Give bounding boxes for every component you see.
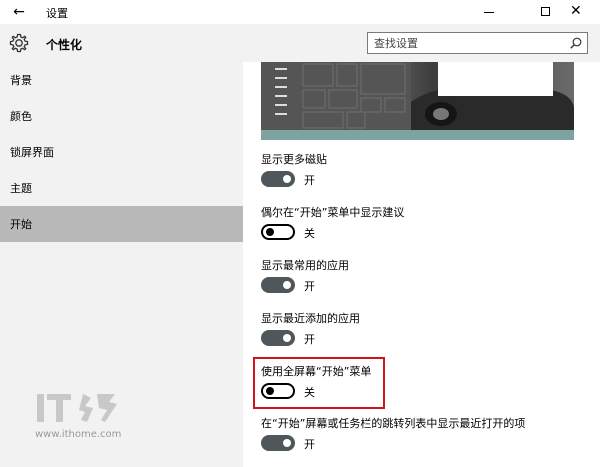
sidebar-item-label: 开始	[10, 218, 32, 231]
toggle-state-label: 开	[304, 280, 315, 293]
toggle-knob	[283, 334, 291, 342]
sidebar-item-label: 锁屏界面	[10, 146, 54, 159]
toggle-state-label: 开	[304, 438, 315, 451]
setting-label-recently-added: 显示最近添加的应用	[261, 312, 360, 325]
search-box[interactable]	[367, 32, 588, 54]
maximize-icon	[541, 7, 550, 16]
toggle-knob	[266, 387, 274, 395]
setting-label-more-tiles: 显示更多磁贴	[261, 153, 327, 166]
toggle-recently-added[interactable]	[261, 330, 295, 346]
setting-label-suggestions: 偶尔在“开始”菜单中显示建议	[261, 206, 405, 219]
watermark-url: www.ithome.com	[35, 429, 122, 440]
sidebar-item-lock-screen[interactable]: 锁屏界面	[0, 134, 243, 170]
sidebar-item-colors[interactable]: 颜色	[0, 98, 243, 134]
title-bar: ← 设置 ✕	[0, 0, 600, 24]
preview-white-tile	[438, 62, 553, 96]
minimize-button[interactable]	[466, 0, 512, 24]
settings-content: 显示更多磁贴 开 偶尔在“开始”菜单中显示建议 关 显示最常用的应用 开 显示最…	[243, 62, 600, 467]
setting-label-full-screen-start: 使用全屏幕“开始”菜单	[261, 365, 372, 378]
page-title: 个性化	[46, 38, 83, 52]
toggle-knob	[266, 228, 274, 236]
search-input[interactable]	[368, 33, 566, 53]
ithome-watermark: www.ithome.com	[35, 388, 145, 440]
setting-label-most-used: 显示最常用的应用	[261, 259, 349, 272]
ithome-logo-icon	[37, 394, 117, 422]
toggle-state-label: 开	[304, 174, 315, 187]
back-arrow-icon[interactable]: ←	[8, 2, 30, 22]
toggle-knob	[283, 281, 291, 289]
sidebar-item-label: 背景	[10, 74, 32, 87]
close-icon: ✕	[570, 3, 582, 19]
start-menu-preview	[261, 62, 574, 140]
toggle-state-label: 关	[304, 386, 315, 399]
preview-taskbar-strip	[261, 130, 574, 140]
search-icon[interactable]	[569, 36, 583, 50]
sidebar-item-background[interactable]: 背景	[0, 62, 243, 98]
preview-menu-lines	[275, 68, 287, 122]
page-header: 个性化	[0, 24, 600, 62]
toggle-state-label: 开	[304, 333, 315, 346]
sidebar-item-label: 主题	[10, 182, 32, 195]
minimize-icon	[484, 12, 494, 13]
toggle-state-label: 关	[304, 227, 315, 240]
toggle-most-used[interactable]	[261, 277, 295, 293]
toggle-more-tiles[interactable]	[261, 171, 295, 187]
close-button[interactable]: ✕	[554, 0, 600, 24]
gear-icon	[9, 33, 29, 53]
sidebar-item-start[interactable]: 开始	[0, 206, 243, 242]
toggle-suggestions[interactable]	[261, 224, 295, 240]
sidebar-item-label: 颜色	[10, 110, 32, 123]
toggle-full-screen-start[interactable]	[261, 383, 295, 399]
preview-tile-grid	[302, 63, 406, 129]
toggle-knob	[283, 175, 291, 183]
window-title: 设置	[46, 7, 68, 20]
toggle-knob	[283, 439, 291, 447]
setting-label-recent-items: 在“开始”屏幕或任务栏的跳转列表中显示最近打开的项	[261, 417, 526, 430]
sidebar-item-themes[interactable]: 主题	[0, 170, 243, 206]
toggle-recent-items[interactable]	[261, 435, 295, 451]
